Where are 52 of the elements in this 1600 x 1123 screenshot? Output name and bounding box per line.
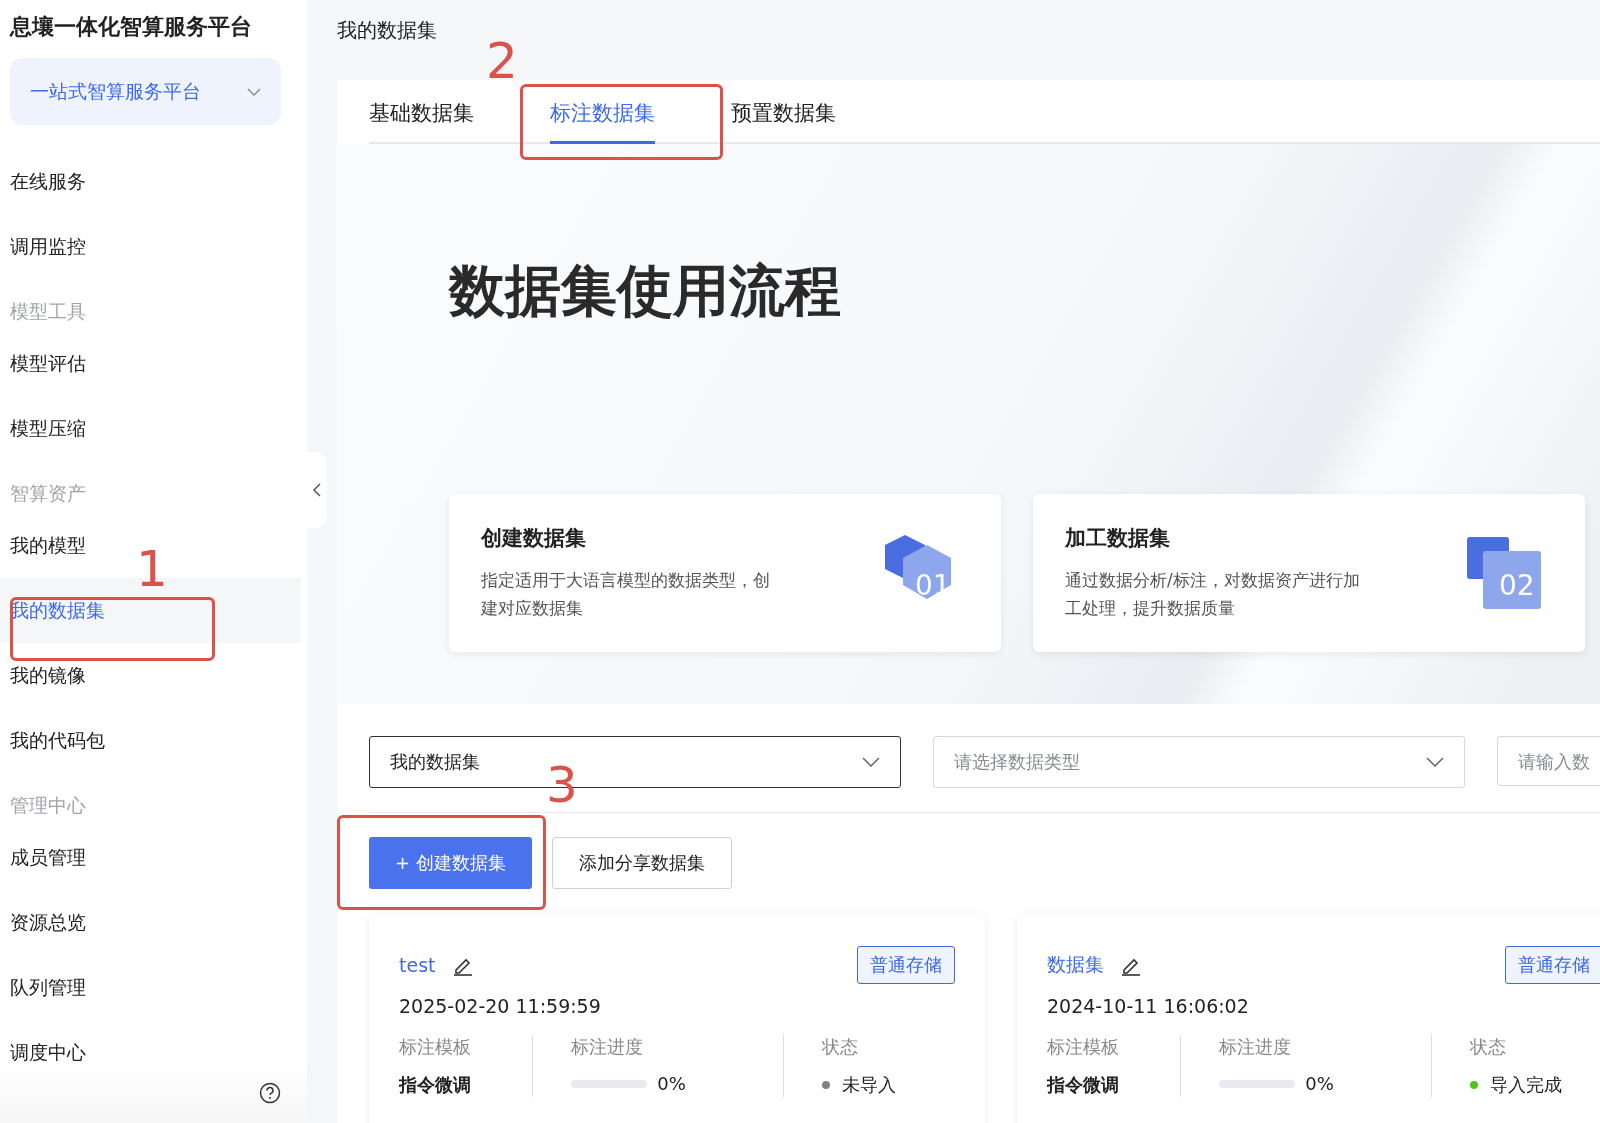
- dataset-name-link[interactable]: test: [399, 954, 436, 976]
- menu-item[interactable]: 模型评估: [0, 331, 86, 396]
- field-label: 标注模板: [1047, 1035, 1120, 1059]
- status-text: 导入完成: [1489, 1073, 1562, 1097]
- template-value: 指令微调: [399, 1073, 472, 1097]
- step-title: 加工数据集: [1065, 525, 1171, 552]
- status-text: 未导入: [841, 1073, 896, 1097]
- created-date: 2024-10-11 16:06:02: [1047, 995, 1250, 1017]
- add-shared-button[interactable]: 添加分享数据集: [551, 837, 732, 889]
- menu-group-label: 智算资产: [9, 481, 87, 506]
- field-label: 状态: [1469, 1035, 1507, 1059]
- create-button[interactable]: + 创建数据集: [369, 837, 532, 889]
- chevron-down-icon: [862, 757, 880, 767]
- storage-tag: 普通存储: [1505, 946, 1600, 984]
- menu-item[interactable]: 调度中心: [0, 1020, 86, 1063]
- step-description: 通过数据分析/标注，对数据资产进行加工处理，提升数据质量: [1065, 569, 1361, 620]
- created-date: 2025-02-20 11:59:59: [399, 995, 602, 1017]
- tab[interactable]: 基础数据集: [369, 99, 474, 144]
- dataset-name-link[interactable]: 数据集: [1047, 952, 1104, 978]
- page-title: 我的数据集: [337, 17, 437, 44]
- menu-item[interactable]: 模型压缩: [0, 396, 86, 461]
- chevron-down-icon: [247, 87, 261, 96]
- progress-percent: 0%: [657, 1073, 686, 1094]
- menu-item[interactable]: 我的代码包: [0, 708, 105, 773]
- field-label: 标注模板: [399, 1035, 472, 1059]
- menu-item[interactable]: 在线服务: [0, 149, 86, 214]
- collapse-handle[interactable]: [307, 452, 327, 528]
- menu-item[interactable]: 我的模型: [0, 513, 86, 578]
- platform-select[interactable]: 一站式智算服务平台: [10, 58, 281, 125]
- annotation-number: 2: [486, 38, 518, 84]
- field-label: 标注进度: [1219, 1035, 1293, 1059]
- hero-title: 数据集使用流程: [449, 257, 842, 325]
- storage-tag: 普通存储: [857, 946, 955, 984]
- menu-group-label: 模型工具: [9, 299, 87, 324]
- menu-group-label: 管理中心: [9, 793, 87, 818]
- template-value: 指令微调: [1047, 1073, 1120, 1097]
- chevron-left-icon: [312, 482, 322, 498]
- step-title: 创建数据集: [481, 525, 587, 552]
- menu-item[interactable]: 队列管理: [0, 955, 86, 1020]
- menu-item[interactable]: 我的镜像: [0, 643, 86, 708]
- menu-item[interactable]: 成员管理: [0, 825, 86, 890]
- chevron-down-icon: [1426, 757, 1444, 767]
- field-label: 标注进度: [571, 1035, 645, 1059]
- field-label: 状态: [821, 1035, 859, 1059]
- menu-item[interactable]: 资源总览: [0, 890, 86, 955]
- progress-percent: 0%: [1305, 1073, 1334, 1094]
- platform-title: 息壤一体化智算服务平台: [8, 13, 253, 41]
- search-field[interactable]: 请输入数: [1497, 736, 1600, 786]
- help-icon[interactable]: [259, 1082, 281, 1104]
- tab[interactable]: 预置数据集: [731, 99, 836, 144]
- menu-item[interactable]: 调用监控: [0, 214, 86, 279]
- step-description: 指定适用于大语言模型的数据类型，创建对应数据集: [481, 569, 771, 620]
